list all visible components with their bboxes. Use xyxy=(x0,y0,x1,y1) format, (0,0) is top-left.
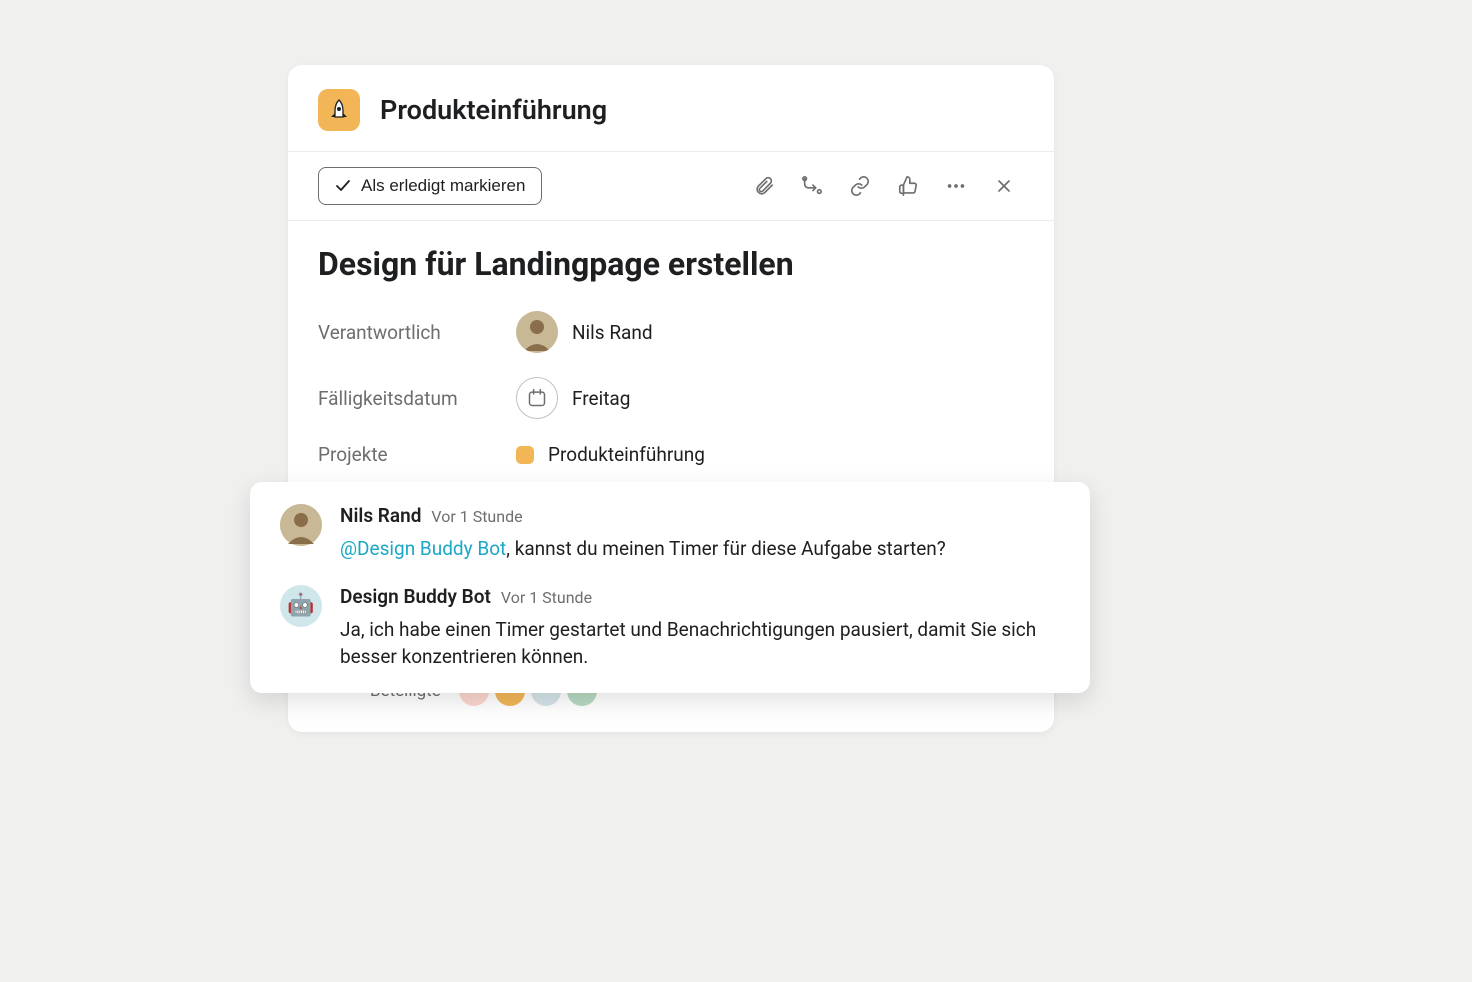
comment-author: Nils Rand xyxy=(340,504,421,527)
close-icon[interactable] xyxy=(984,166,1024,206)
comment-text-content: Ja, ich habe einen Timer gestartet und B… xyxy=(340,618,1036,669)
link-icon[interactable] xyxy=(840,166,880,206)
due-date-label: Fälligkeitsdatum xyxy=(318,387,516,410)
comment-header: Design Buddy Bot Vor 1 Stunde xyxy=(340,585,1060,608)
comment: Nils Rand Vor 1 Stunde @Design Buddy Bot… xyxy=(280,504,1060,563)
due-date-value[interactable]: Freitag xyxy=(516,377,630,419)
calendar-icon xyxy=(516,377,558,419)
subtask-icon[interactable] xyxy=(792,166,832,206)
comment-text-content: , kannst du meinen Timer für diese Aufga… xyxy=(506,537,946,560)
mention[interactable]: @Design Buddy Bot xyxy=(340,537,506,560)
project-title: Produkteinführung xyxy=(380,94,607,126)
comment-time: Vor 1 Stunde xyxy=(431,507,522,526)
comment-body: Design Buddy Bot Vor 1 Stunde Ja, ich ha… xyxy=(340,585,1060,671)
comment-header: Nils Rand Vor 1 Stunde xyxy=(340,504,1060,527)
projects-value[interactable]: Produkteinführung xyxy=(516,443,705,466)
attachment-icon[interactable] xyxy=(744,166,784,206)
due-date-row: Fälligkeitsdatum Freitag xyxy=(318,377,1024,419)
check-icon xyxy=(335,178,351,194)
card-header: Produkteinführung xyxy=(288,65,1054,151)
bot-avatar: 🤖 xyxy=(280,585,322,627)
comment-text: Ja, ich habe einen Timer gestartet und B… xyxy=(340,616,1060,671)
like-icon[interactable] xyxy=(888,166,928,206)
due-date-text: Freitag xyxy=(572,387,630,410)
project-name: Produkteinführung xyxy=(548,443,705,466)
comment-time: Vor 1 Stunde xyxy=(501,588,592,607)
mark-complete-button[interactable]: Als erledigt markieren xyxy=(318,167,542,205)
more-icon[interactable] xyxy=(936,166,976,206)
projects-row: Projekte Produkteinführung xyxy=(318,443,1024,466)
task-toolbar: Als erledigt markieren xyxy=(288,151,1054,221)
assignee-row: Verantwortlich Nils Rand xyxy=(318,311,1024,353)
project-color-chip xyxy=(516,446,534,464)
comment: 🤖 Design Buddy Bot Vor 1 Stunde Ja, ich … xyxy=(280,585,1060,671)
projects-label: Projekte xyxy=(318,443,516,466)
mark-complete-label: Als erledigt markieren xyxy=(361,176,525,196)
project-rocket-icon xyxy=(318,89,360,131)
assignee-label: Verantwortlich xyxy=(318,321,516,344)
assignee-avatar xyxy=(516,311,558,353)
assignee-name: Nils Rand xyxy=(572,321,653,344)
comments-panel: Nils Rand Vor 1 Stunde @Design Buddy Bot… xyxy=(250,482,1090,693)
comment-text: @Design Buddy Bot, kannst du meinen Time… xyxy=(340,535,1060,563)
assignee-value[interactable]: Nils Rand xyxy=(516,311,653,353)
task-title: Design für Landingpage erstellen xyxy=(318,245,1024,283)
comment-author: Design Buddy Bot xyxy=(340,585,491,608)
comment-avatar xyxy=(280,504,322,546)
comment-body: Nils Rand Vor 1 Stunde @Design Buddy Bot… xyxy=(340,504,1060,563)
